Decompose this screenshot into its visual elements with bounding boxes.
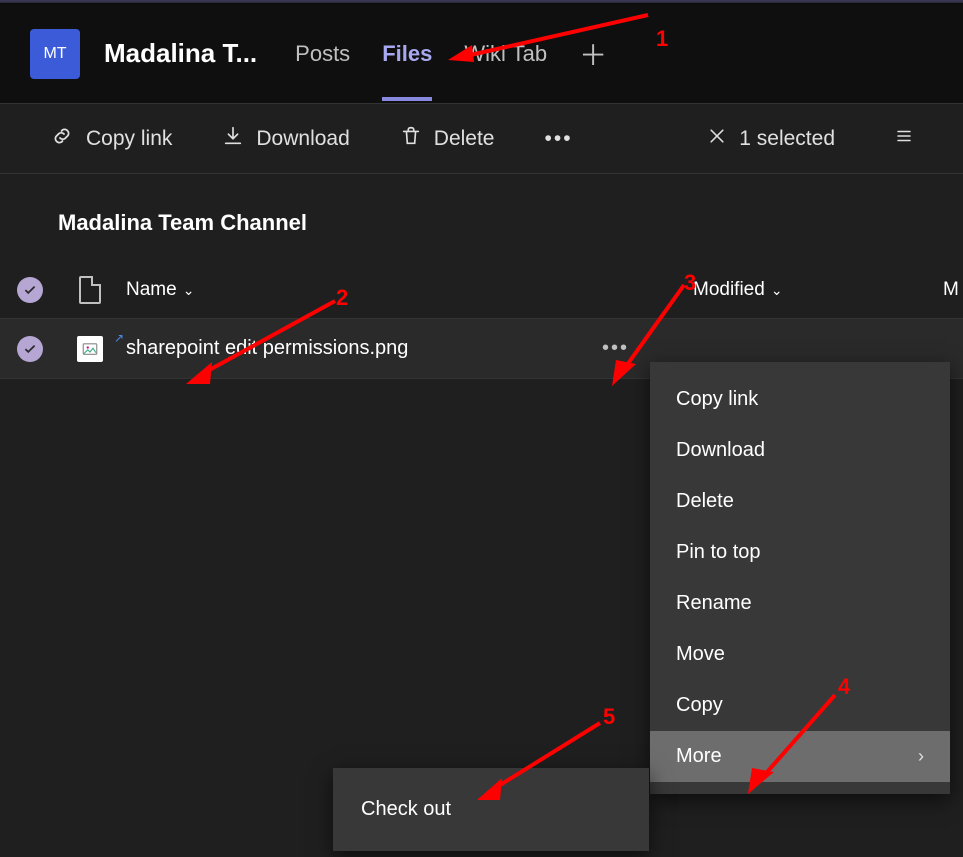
channel-header: MT Madalina T... Posts Files Wiki Tab ＋ bbox=[0, 4, 963, 104]
menu-item-check-out[interactable]: Check out bbox=[333, 780, 649, 839]
selection-count-label: 1 selected bbox=[739, 127, 835, 151]
row-more-button[interactable]: ••• bbox=[602, 337, 629, 360]
annotation-5: 5 bbox=[603, 704, 615, 730]
menu-item-copy-link[interactable]: Copy link bbox=[650, 374, 950, 425]
copy-link-button[interactable]: Copy link bbox=[50, 124, 172, 154]
file-name-cell[interactable]: ↗ sharepoint edit permissions.png bbox=[120, 337, 963, 360]
tab-posts[interactable]: Posts bbox=[295, 41, 350, 101]
copy-link-label: Copy link bbox=[86, 127, 172, 151]
tab-files[interactable]: Files bbox=[382, 41, 432, 101]
file-type-column-icon[interactable] bbox=[60, 276, 120, 304]
link-icon bbox=[50, 124, 74, 154]
file-context-menu: Copy link Download Delete Pin to top Ren… bbox=[650, 362, 950, 794]
download-button[interactable]: Download bbox=[222, 125, 349, 153]
trash-icon bbox=[400, 125, 422, 153]
ellipsis-icon: ••• bbox=[544, 127, 572, 151]
chevron-down-icon: ⌄ bbox=[183, 282, 195, 299]
check-icon bbox=[17, 277, 43, 303]
menu-item-more[interactable]: More › bbox=[650, 731, 950, 782]
file-type-icon bbox=[60, 336, 120, 362]
ellipsis-icon: ••• bbox=[602, 337, 629, 359]
download-label: Download bbox=[256, 127, 349, 151]
view-options-icon[interactable] bbox=[885, 125, 913, 153]
file-name-label: sharepoint edit permissions.png bbox=[126, 337, 408, 360]
menu-item-download[interactable]: Download bbox=[650, 425, 950, 476]
more-submenu: Check out bbox=[333, 768, 649, 851]
menu-item-delete[interactable]: Delete bbox=[650, 476, 950, 527]
tab-wiki[interactable]: Wiki Tab bbox=[464, 41, 547, 101]
row-checkbox[interactable] bbox=[0, 336, 60, 362]
select-all-checkbox[interactable] bbox=[0, 277, 60, 303]
column-modified-label: Modified bbox=[693, 279, 765, 301]
chevron-right-icon: › bbox=[918, 746, 924, 767]
delete-label: Delete bbox=[434, 127, 495, 151]
column-header-name[interactable]: Name ⌄ bbox=[120, 279, 663, 301]
channel-title: Madalina Team Channel bbox=[0, 174, 963, 262]
column-name-label: Name bbox=[126, 279, 177, 301]
image-file-icon bbox=[77, 336, 103, 362]
team-name[interactable]: Madalina T... bbox=[104, 38, 257, 69]
share-badge-icon: ↗ bbox=[114, 331, 124, 345]
delete-button[interactable]: Delete bbox=[400, 125, 495, 153]
file-list-header: Name ⌄ Modified ⌄ M bbox=[0, 262, 963, 319]
more-actions-button[interactable]: ••• bbox=[544, 127, 572, 151]
add-tab-button[interactable]: ＋ bbox=[579, 34, 607, 74]
menu-item-move[interactable]: Move bbox=[650, 629, 950, 680]
menu-item-copy[interactable]: Copy bbox=[650, 680, 950, 731]
close-selection-icon[interactable] bbox=[707, 126, 727, 152]
menu-item-rename[interactable]: Rename bbox=[650, 578, 950, 629]
download-icon bbox=[222, 125, 244, 153]
check-icon bbox=[17, 336, 43, 362]
team-avatar[interactable]: MT bbox=[30, 29, 80, 79]
chevron-down-icon: ⌄ bbox=[771, 282, 783, 299]
column-header-modified[interactable]: Modified ⌄ bbox=[663, 279, 943, 301]
file-toolbar: Copy link Download Delete ••• 1 selected bbox=[0, 104, 963, 174]
column-header-modified-by[interactable]: M bbox=[943, 279, 963, 301]
document-icon bbox=[79, 276, 101, 304]
menu-item-pin-to-top[interactable]: Pin to top bbox=[650, 527, 950, 578]
selection-count[interactable]: 1 selected bbox=[707, 126, 835, 152]
tab-strip: Posts Files Wiki Tab ＋ bbox=[295, 7, 607, 101]
